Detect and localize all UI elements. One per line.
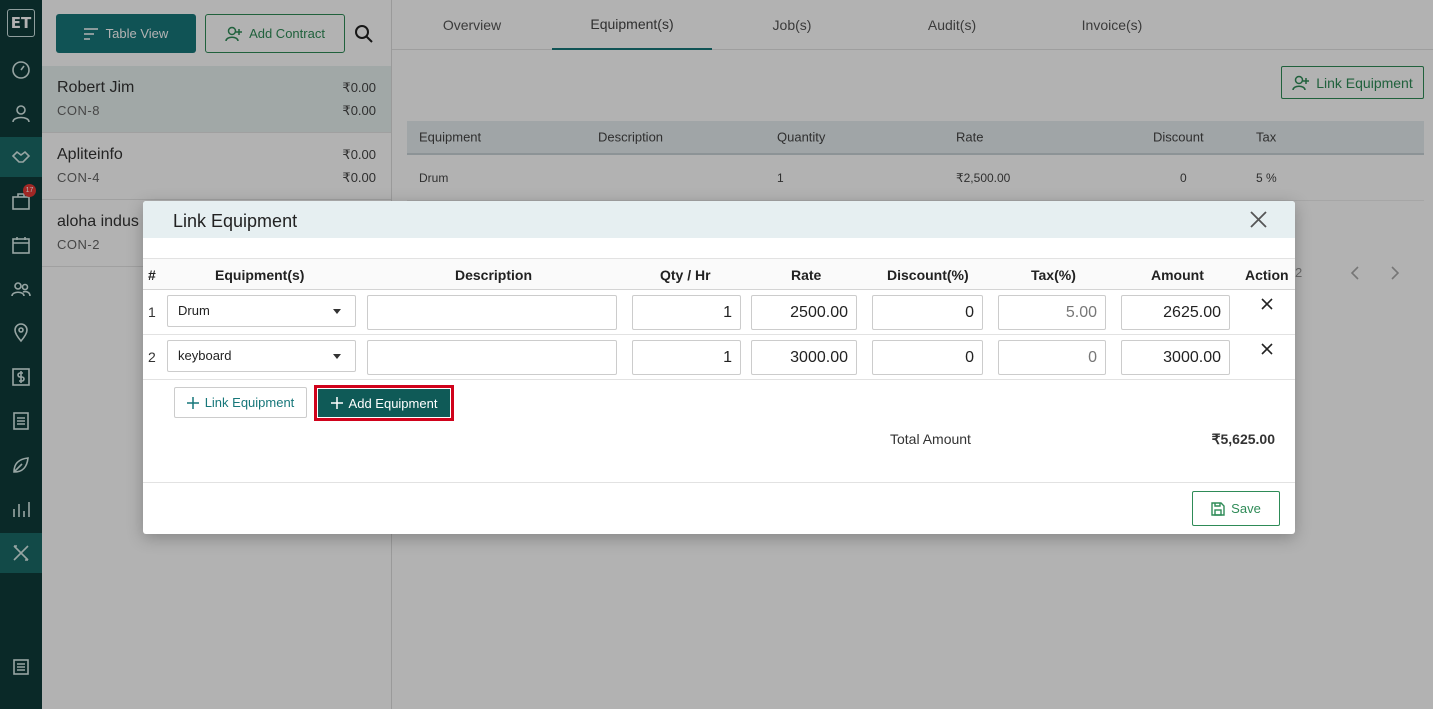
add-equipment-button[interactable]: Add Equipment [318,389,450,417]
amount-input[interactable]: 3000.00 [1121,340,1230,375]
description-input[interactable] [367,295,617,330]
modal-title: Link Equipment [173,211,298,231]
plus-icon [330,397,343,409]
col-num: # [148,267,156,283]
col-discount: Discount(%) [887,267,969,283]
equipment-select[interactable]: keyboard [167,340,356,372]
description-input[interactable] [367,340,617,375]
rate-input[interactable]: 3000.00 [751,340,857,375]
col-equipment: Equipment(s) [215,267,305,283]
col-amount: Amount [1151,267,1204,283]
tax-input[interactable]: 0 [998,340,1106,375]
caret-down-icon [333,354,341,359]
link-equipment-modal: Link Equipment # Equipment(s) Descriptio… [143,201,1295,534]
total-amount-label: Total Amount [890,431,971,447]
qty-input[interactable]: 1 [632,340,741,375]
modal-header: Link Equipment [143,201,1295,238]
total-amount-value: ₹5,625.00 [1211,431,1275,447]
plus-icon [186,396,199,409]
col-qty: Qty / Hr [660,267,711,283]
save-button[interactable]: Save [1192,491,1280,526]
col-rate: Rate [791,267,822,283]
add-equipment-highlight: Add Equipment [314,385,454,421]
rate-input[interactable]: 2500.00 [751,295,857,330]
modal-table-header: # Equipment(s) Description Qty / Hr Rate… [143,258,1295,290]
discount-input[interactable]: 0 [872,340,983,375]
equipment-select[interactable]: Drum [167,295,356,327]
tax-input[interactable]: 5.00 [998,295,1106,330]
link-equipment-label: Link Equipment [204,395,295,410]
col-description: Description [455,267,533,283]
save-label: Save [1231,501,1261,516]
col-tax: Tax(%) [1031,267,1076,283]
row-number: 1 [148,304,156,320]
save-icon [1211,501,1225,516]
row-number: 2 [148,349,156,365]
amount-input[interactable]: 2625.00 [1121,295,1230,330]
col-action: Action [1245,267,1289,283]
modal-footer-divider [143,482,1295,483]
remove-row-icon[interactable] [1260,297,1274,311]
equipment-row: 2 keyboard 1 3000.00 0 0 3000.00 [143,335,1295,380]
equipment-select-value: Drum [178,303,210,318]
close-icon[interactable] [1250,211,1267,228]
remove-row-icon[interactable] [1260,342,1274,356]
qty-input[interactable]: 1 [632,295,741,330]
equipment-row: 1 Drum 1 2500.00 0 5.00 2625.00 [143,290,1295,335]
equipment-select-value: keyboard [178,348,232,363]
discount-input[interactable]: 0 [872,295,983,330]
link-equipment-button[interactable]: Link Equipment [174,387,307,418]
caret-down-icon [333,309,341,314]
add-equipment-label: Add Equipment [348,395,438,411]
